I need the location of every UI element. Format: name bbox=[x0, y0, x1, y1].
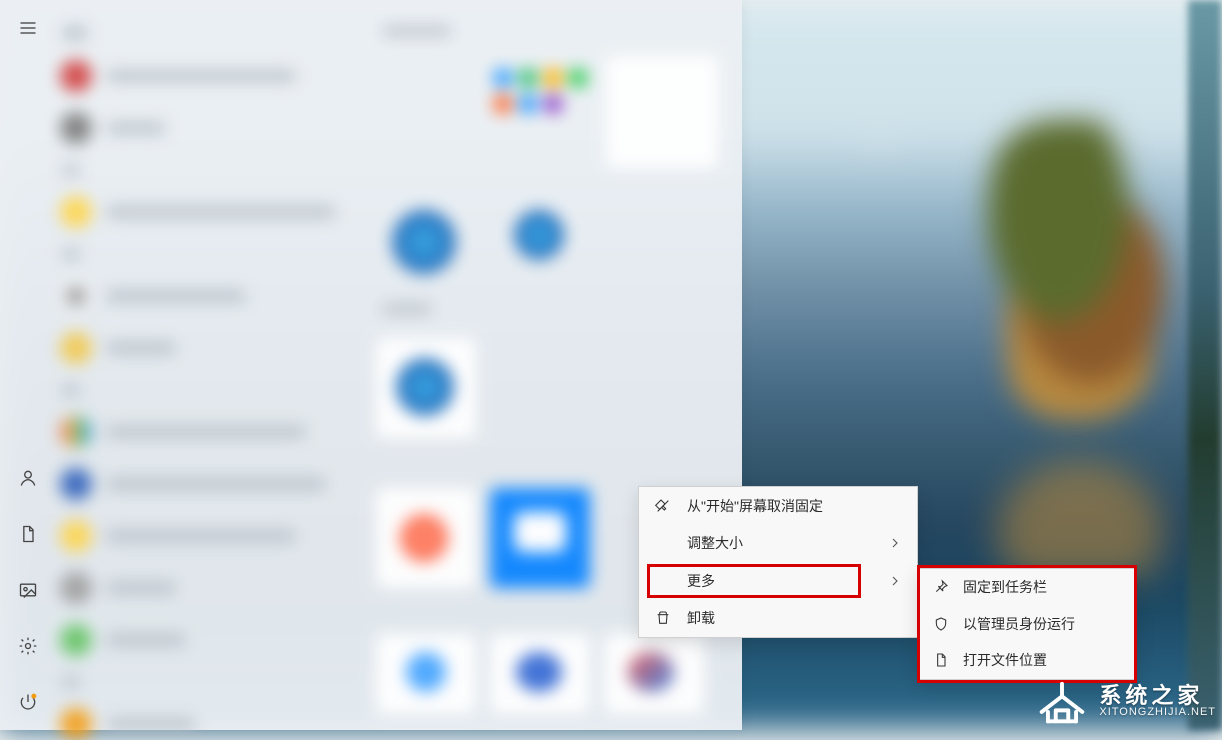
desktop-reflection-shape bbox=[950, 420, 1210, 580]
ctx-more-label: 更多 bbox=[687, 571, 887, 591]
power-icon bbox=[18, 692, 38, 712]
start-menu-panel bbox=[0, 0, 742, 730]
ctx-unpin[interactable]: 从"开始"屏幕取消固定 bbox=[639, 487, 917, 525]
chevron-right-icon bbox=[887, 535, 903, 551]
submenu-open-location[interactable]: 打开文件位置 bbox=[919, 642, 1135, 679]
ctx-uninstall[interactable]: 卸载 bbox=[639, 600, 917, 638]
ctx-resize-label: 调整大小 bbox=[687, 533, 887, 553]
ctx-uninstall-label: 卸载 bbox=[687, 608, 903, 628]
desktop-right-edge bbox=[1188, 0, 1222, 730]
watermark-title: 系统之家 bbox=[1099, 684, 1216, 707]
watermark: 系统之家 XITONGZHIJIA.NET bbox=[1037, 676, 1216, 726]
document-icon bbox=[18, 524, 38, 544]
hamburger-button[interactable] bbox=[18, 0, 38, 56]
watermark-url: XITONGZHIJIA.NET bbox=[1099, 707, 1216, 719]
user-button[interactable] bbox=[0, 450, 56, 506]
settings-button[interactable] bbox=[0, 618, 56, 674]
ctx-unpin-label: 从"开始"屏幕取消固定 bbox=[687, 496, 903, 516]
shield-icon bbox=[933, 616, 949, 632]
pictures-button[interactable] bbox=[0, 562, 56, 618]
picture-icon bbox=[18, 580, 38, 600]
submenu-run-admin-label: 以管理员身份运行 bbox=[963, 614, 1075, 634]
watermark-logo-icon bbox=[1037, 676, 1087, 726]
start-app-list-blurred bbox=[56, 14, 366, 716]
submenu-pin-taskbar[interactable]: 固定到任务栏 bbox=[919, 569, 1135, 606]
submenu-open-location-label: 打开文件位置 bbox=[963, 650, 1047, 670]
context-submenu: 固定到任务栏 以管理员身份运行 打开文件位置 bbox=[918, 568, 1136, 680]
submenu-run-admin[interactable]: 以管理员身份运行 bbox=[919, 606, 1135, 643]
ctx-resize[interactable]: 调整大小 bbox=[639, 525, 917, 563]
ctx-more[interactable]: 更多 bbox=[639, 562, 917, 600]
unpin-icon bbox=[655, 498, 671, 514]
power-button[interactable] bbox=[0, 674, 56, 730]
settings-icon bbox=[18, 636, 38, 656]
pin-icon bbox=[933, 579, 949, 595]
start-left-strip bbox=[0, 0, 56, 730]
hamburger-icon bbox=[18, 18, 38, 38]
file-location-icon bbox=[933, 652, 949, 668]
context-menu: 从"开始"屏幕取消固定 调整大小 更多 卸载 bbox=[638, 486, 918, 638]
trash-icon bbox=[655, 610, 671, 626]
documents-button[interactable] bbox=[0, 506, 56, 562]
submenu-pin-taskbar-label: 固定到任务栏 bbox=[963, 577, 1047, 597]
chevron-right-icon bbox=[887, 573, 903, 589]
user-icon bbox=[18, 468, 38, 488]
